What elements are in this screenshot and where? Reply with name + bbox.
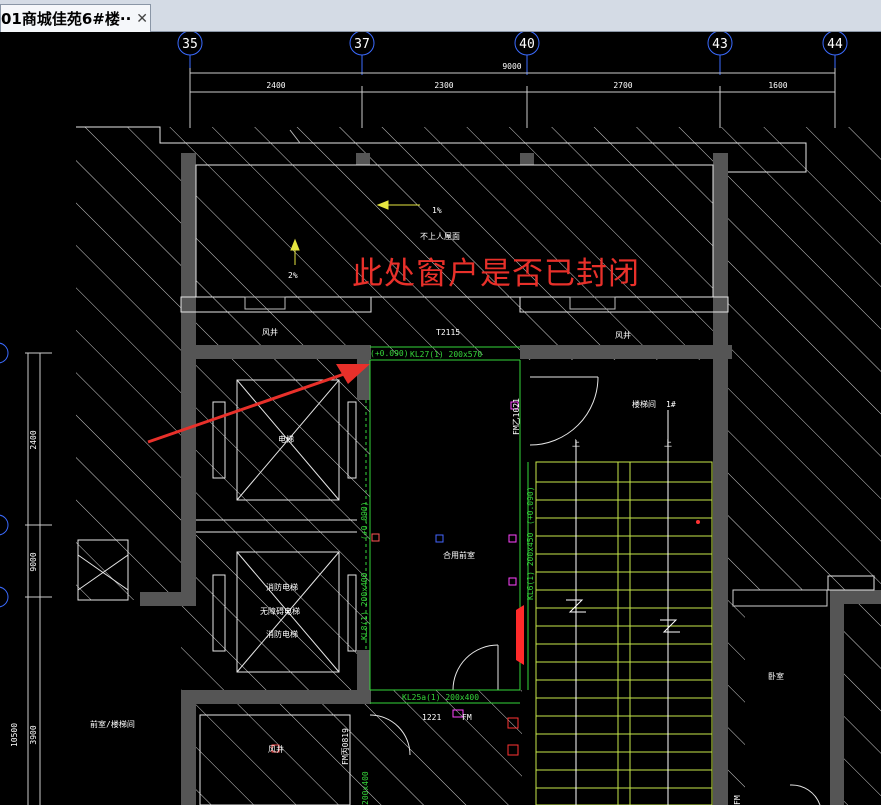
label-lobby: 合用前室 — [443, 550, 475, 560]
label-stair: 楼梯间 — [632, 399, 656, 409]
dim-left-4: 3900 — [29, 725, 38, 744]
dim-left-1: 2400 — [29, 430, 38, 449]
dim-left-3: 10500 — [10, 723, 19, 747]
dim-span-4: 1600 — [768, 81, 787, 90]
cad-drawing-canvas[interactable]: 35 37 40 43 44 9000 2400 2300 2700 1600 … — [0, 32, 881, 805]
label-elevator: 电梯 — [278, 434, 294, 444]
label-no-entry-roof: 不上人屋面 — [420, 232, 460, 241]
dim-span-2: 2300 — [434, 81, 453, 90]
room-right-void — [745, 590, 830, 805]
label-fire-elevator-1: 消防电梯 — [266, 582, 298, 592]
lobby-void — [370, 355, 522, 690]
review-annotation-text: 此处窗户是否已封闭 — [352, 256, 640, 292]
label-beam-bottom: KL25a(1) 200x400 — [402, 693, 479, 702]
label-elevation: (+0.090) — [370, 349, 409, 358]
label-stair-num: 1# — [666, 400, 676, 409]
label-wind-shaft-left: 风井 — [262, 327, 278, 337]
label-wind-shaft-bottom: 风井 — [268, 744, 284, 754]
marker-icon — [696, 520, 700, 524]
label-fire-elevator-3: 消防电梯 — [266, 629, 298, 639]
grid-label-40: 40 — [519, 37, 535, 52]
label-dim-bottom-left: 200x400 — [361, 771, 370, 805]
document-tab[interactable]: 01商城佳苑6#楼·· ✕ — [0, 4, 151, 32]
room-left-void — [76, 600, 181, 805]
label-room-left: 前室/楼梯间 — [90, 719, 135, 729]
grid-label-43: 43 — [712, 37, 728, 52]
label-fire-door-right: FM乙1021 — [512, 398, 521, 435]
label-slope-1: 1% — [432, 206, 442, 215]
label-slope-2: 2% — [288, 271, 298, 280]
dim-span-1: 2400 — [266, 81, 285, 90]
label-fire-elevator-2: 无障碍电梯 — [260, 606, 300, 616]
dim-span-3: 2700 — [613, 81, 632, 90]
label-fire-door-bottom-right: FM — [733, 795, 742, 805]
fire-hose-icon — [516, 605, 524, 665]
close-icon[interactable]: ✕ — [136, 11, 148, 27]
label-fire-door-left: FM丙0819 — [341, 728, 350, 765]
label-fm-bottom: FM — [462, 713, 472, 722]
label-up-1: 上 — [572, 439, 580, 448]
label-dim-left-vertical: (+0.090) — [360, 501, 369, 540]
label-dim-right-vertical: (+0.090) — [526, 486, 535, 525]
left-margin — [0, 32, 76, 805]
label-room-right: 卧室 — [768, 671, 784, 681]
dim-left-2: 9000 — [29, 552, 38, 571]
label-door-bottom: 1221 — [422, 713, 441, 722]
label-beam-top: KL27(1) 200x570 — [410, 350, 482, 359]
grid-label-37: 37 — [354, 37, 370, 52]
dim-total: 9000 — [502, 62, 521, 71]
grid-label-35: 35 — [182, 37, 198, 52]
label-wind-shaft-right: 风井 — [615, 330, 631, 340]
grid-label-44: 44 — [827, 37, 843, 52]
label-up-2: 上 — [664, 439, 672, 448]
label-beam-right: KL6(1) 200x450 — [526, 532, 535, 600]
label-beam-left: KL8(1) 200x400 — [360, 572, 369, 640]
document-tab-title[interactable]: 01商城佳苑6#楼·· — [1, 8, 131, 29]
document-tab-bar: 01商城佳苑6#楼·· ✕ — [0, 0, 881, 32]
label-window-top: T2115 — [436, 328, 460, 337]
